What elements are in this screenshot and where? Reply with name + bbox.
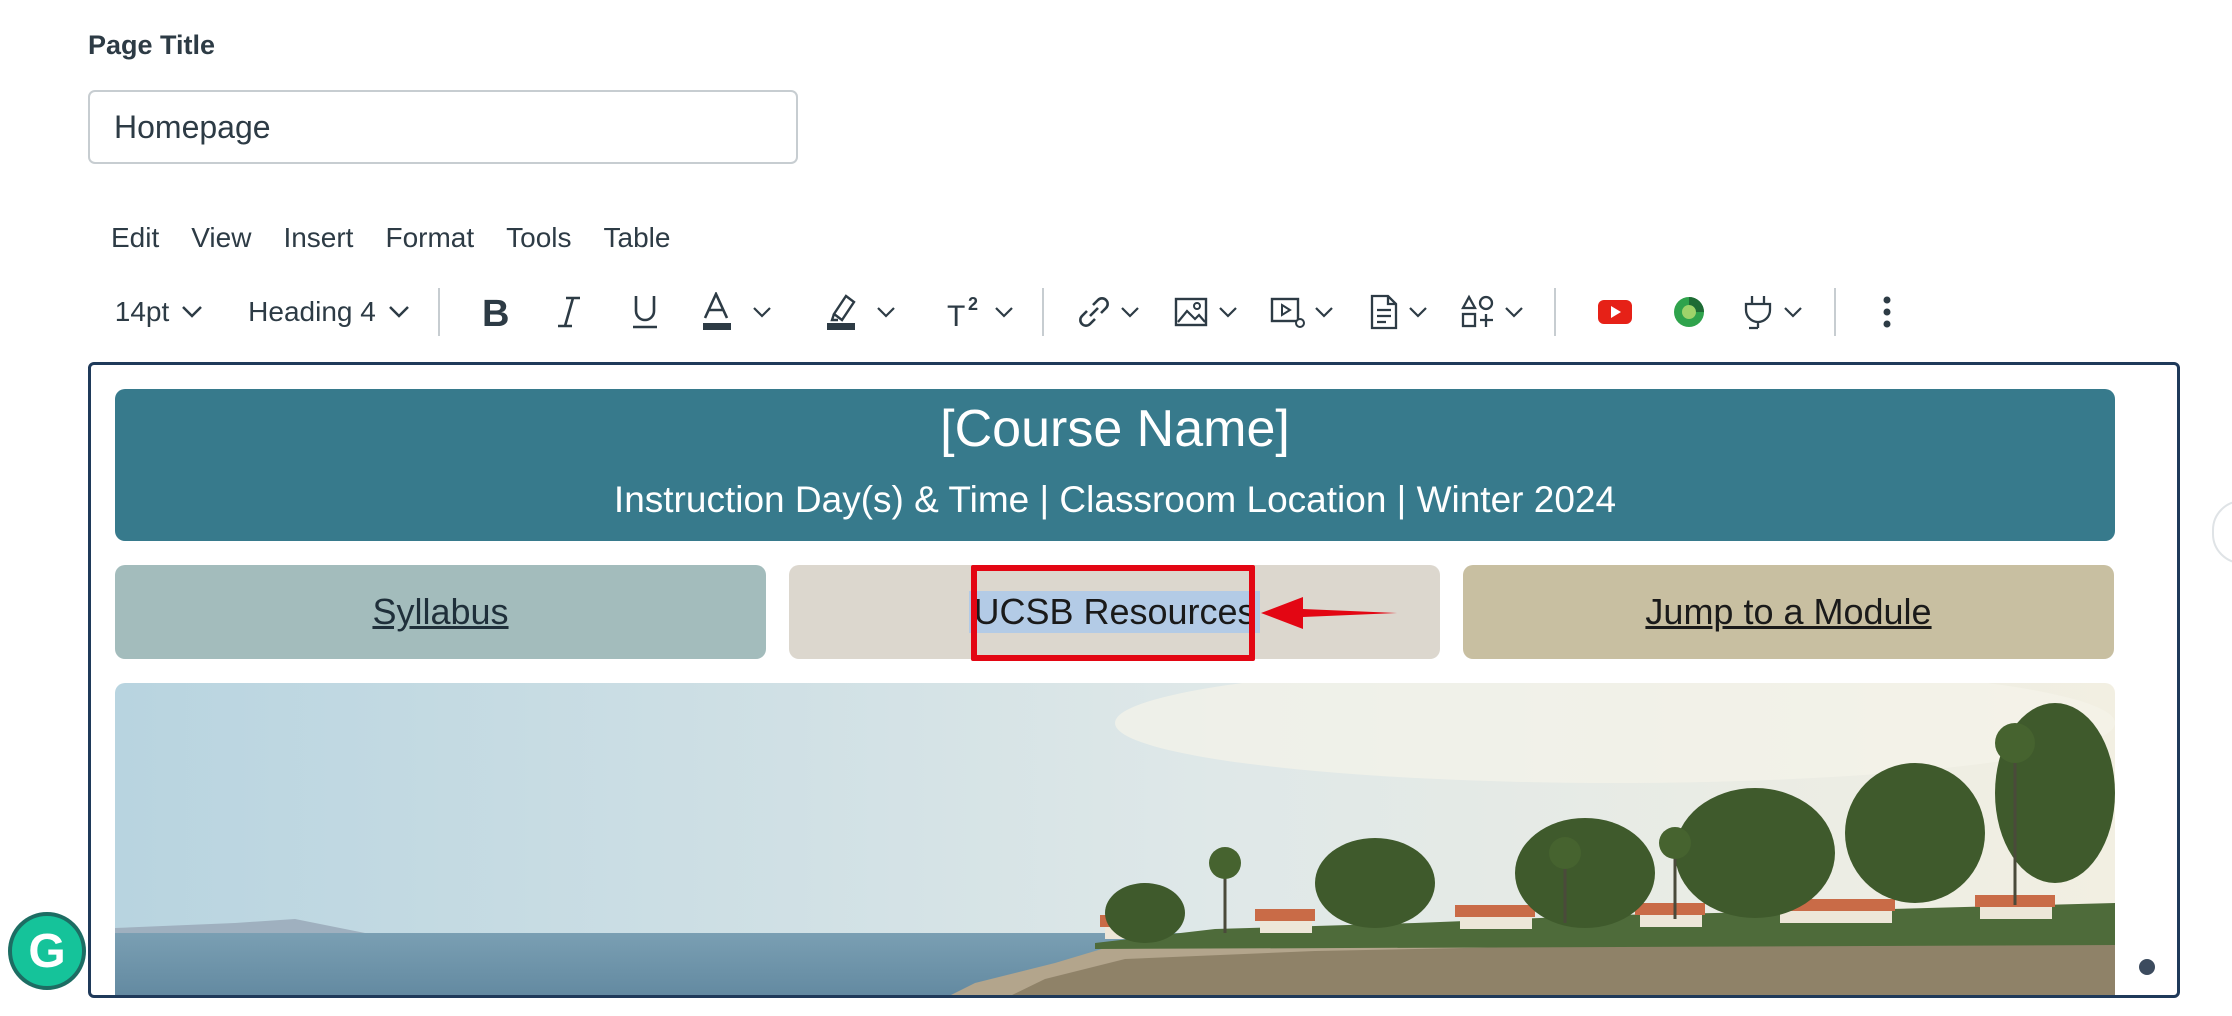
menu-tools[interactable]: Tools bbox=[490, 218, 587, 258]
menu-view[interactable]: View bbox=[175, 218, 267, 258]
youtube-button[interactable] bbox=[1588, 282, 1642, 342]
chevron-down-icon bbox=[1409, 307, 1427, 318]
editor-toolbar: 14pt Heading 4 B T2 bbox=[100, 282, 2100, 342]
apps-icon bbox=[1461, 294, 1494, 328]
more-options-button[interactable] bbox=[1862, 282, 1912, 342]
annotation-arrow-icon bbox=[1261, 597, 1397, 629]
superscript-icon: T2 bbox=[947, 294, 978, 330]
superscript-button[interactable]: T2 bbox=[940, 282, 1020, 342]
youtube-icon bbox=[1598, 300, 1632, 324]
menu-format[interactable]: Format bbox=[369, 218, 490, 258]
chevron-down-icon bbox=[1784, 307, 1802, 318]
page-title-label: Page Title bbox=[88, 30, 216, 60]
svg-text:T: T bbox=[947, 300, 965, 330]
link-button[interactable] bbox=[1068, 282, 1148, 342]
jump-to-module-button[interactable]: Jump to a Module bbox=[1463, 565, 2114, 659]
studio-button[interactable] bbox=[1662, 282, 1716, 342]
coastline-image bbox=[115, 683, 2115, 995]
image-button[interactable] bbox=[1166, 282, 1246, 342]
rich-content-editor[interactable]: [Course Name] Instruction Day(s) & Time … bbox=[88, 362, 2180, 998]
link-icon bbox=[1079, 297, 1109, 327]
block-format-dropdown[interactable]: Heading 4 bbox=[242, 282, 416, 342]
chevron-down-icon bbox=[1219, 307, 1237, 318]
plugin-button[interactable] bbox=[1732, 282, 1812, 342]
bold-button[interactable]: B bbox=[470, 282, 520, 342]
font-size-dropdown[interactable]: 14pt bbox=[100, 282, 218, 342]
block-format-value: Heading 4 bbox=[248, 296, 376, 327]
italic-icon bbox=[558, 296, 580, 328]
campus-coast-photo bbox=[115, 683, 2115, 995]
menu-insert[interactable]: Insert bbox=[267, 218, 369, 258]
media-button[interactable] bbox=[1262, 282, 1342, 342]
studio-icon bbox=[1674, 297, 1704, 327]
image-icon bbox=[1174, 297, 1208, 327]
jump-to-module-link[interactable]: Jump to a Module bbox=[1645, 591, 1931, 633]
course-name-heading: [Course Name] bbox=[940, 400, 1290, 458]
course-subtitle: Instruction Day(s) & Time | Classroom Lo… bbox=[613, 479, 1617, 520]
chevron-down-icon bbox=[995, 307, 1013, 318]
annotation-highlight-box bbox=[971, 565, 1255, 661]
syllabus-button[interactable]: Syllabus bbox=[115, 565, 766, 659]
side-panel-handle[interactable] bbox=[2212, 500, 2232, 564]
chevron-down-icon bbox=[753, 307, 771, 318]
text-color-button[interactable] bbox=[696, 282, 776, 342]
resize-handle-dot[interactable] bbox=[2139, 959, 2155, 975]
apps-button[interactable] bbox=[1452, 282, 1532, 342]
svg-text:B: B bbox=[482, 294, 509, 330]
menu-table[interactable]: Table bbox=[588, 218, 687, 258]
bold-icon: B bbox=[482, 294, 509, 330]
menu-edit[interactable]: Edit bbox=[95, 218, 175, 258]
underline-icon bbox=[633, 296, 657, 329]
underline-button[interactable] bbox=[620, 282, 670, 342]
syllabus-link[interactable]: Syllabus bbox=[372, 591, 508, 633]
chevron-down-icon bbox=[1315, 307, 1333, 318]
document-icon bbox=[1370, 294, 1398, 330]
highlight-color-button[interactable] bbox=[820, 282, 900, 342]
chevron-down-icon bbox=[388, 306, 409, 318]
highlight-icon bbox=[827, 294, 856, 330]
chevron-down-icon bbox=[877, 307, 895, 318]
chevron-down-icon bbox=[1505, 307, 1523, 318]
course-banner: [Course Name] Instruction Day(s) & Time … bbox=[115, 389, 2115, 541]
editor-menubar: Edit View Insert Format Tools Table bbox=[95, 218, 686, 258]
more-icon bbox=[1883, 296, 1891, 328]
chevron-down-icon bbox=[1121, 307, 1139, 318]
chevron-down-icon bbox=[182, 306, 203, 318]
font-size-value: 14pt bbox=[114, 296, 170, 327]
document-button[interactable] bbox=[1358, 282, 1438, 342]
text-color-icon bbox=[703, 292, 731, 330]
grammarly-icon[interactable]: G bbox=[8, 912, 86, 990]
svg-text:2: 2 bbox=[968, 294, 978, 314]
media-icon bbox=[1270, 297, 1305, 328]
plugin-icon bbox=[1744, 296, 1772, 330]
italic-button[interactable] bbox=[544, 282, 594, 342]
page-title-input[interactable] bbox=[88, 90, 798, 164]
